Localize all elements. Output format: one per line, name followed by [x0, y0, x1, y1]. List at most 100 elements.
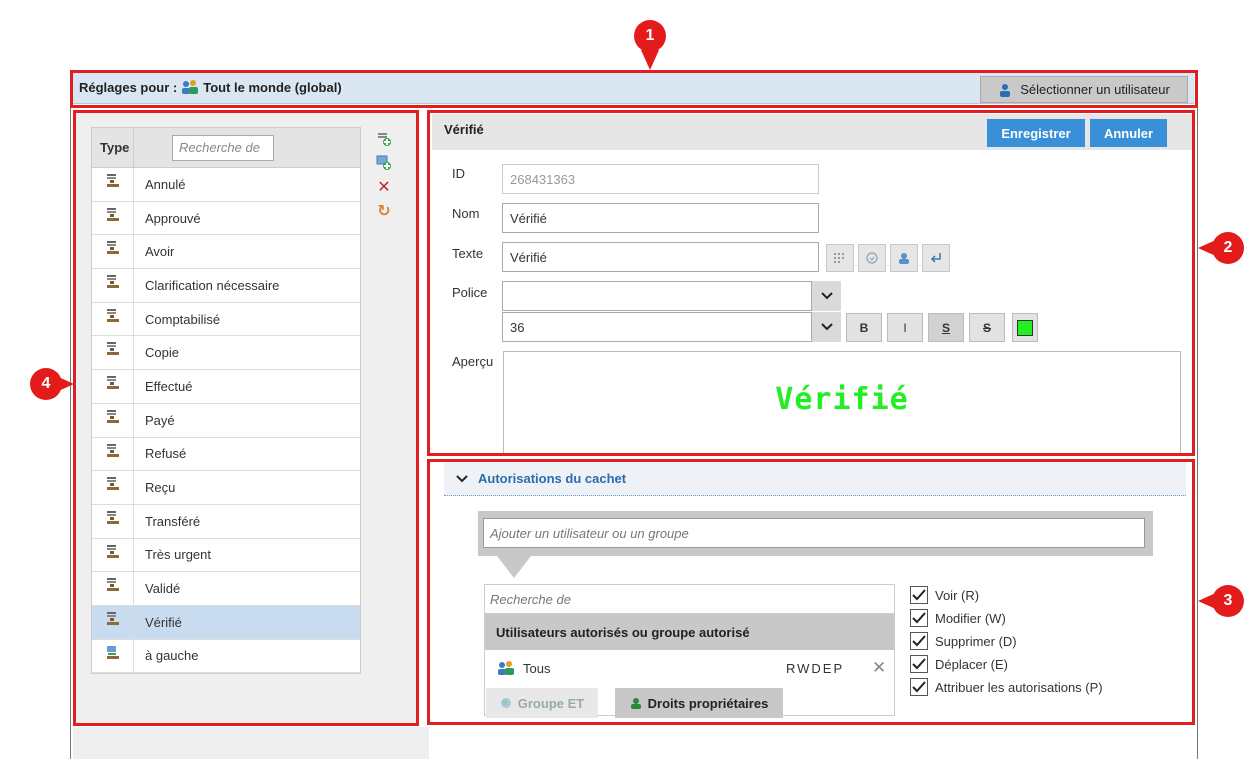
table-row[interactable]: Effectué — [92, 370, 360, 404]
form-title: Vérifié — [444, 122, 484, 137]
checkbox-label: Modifier (W) — [935, 610, 1006, 626]
select-user-button[interactable]: Sélectionner un utilisateur — [980, 76, 1188, 103]
checkbox[interactable] — [910, 678, 928, 696]
line-break-icon[interactable] — [922, 244, 950, 272]
checkbox[interactable] — [910, 609, 928, 627]
text-field[interactable]: Vérifié — [502, 242, 819, 272]
table-row[interactable]: Comptabilisé — [92, 302, 360, 337]
stamp-icon — [92, 370, 134, 403]
group-et-tab[interactable]: Groupe ET — [486, 688, 598, 718]
table-row[interactable]: Approuvé — [92, 201, 360, 236]
type-search-input[interactable]: Recherche de — [172, 134, 274, 161]
stamp-icon — [92, 235, 134, 269]
type-label: Validé — [145, 581, 181, 597]
user-icon — [1000, 83, 1011, 97]
bold-button[interactable]: B — [846, 313, 882, 342]
users-search-input[interactable]: Recherche de — [485, 585, 894, 614]
checkbox[interactable] — [910, 632, 928, 650]
list-tools: ✕ ↻ — [373, 128, 395, 224]
remove-icon[interactable]: ✕ — [872, 658, 886, 678]
table-row[interactable]: Clarification nécessaire — [92, 269, 360, 303]
user-variable-icon[interactable] — [890, 244, 918, 272]
group-icon — [498, 661, 514, 675]
table-row[interactable]: Reçu — [92, 471, 360, 505]
chevron-down-icon[interactable] — [811, 281, 841, 311]
owner-rights-tab[interactable]: Droits propriétaires — [615, 688, 783, 718]
add-stamp-icon[interactable] — [373, 128, 395, 150]
clock-icon[interactable] — [858, 244, 886, 272]
table-row[interactable]: Vérifié — [92, 605, 360, 640]
left-panel-footer — [73, 727, 429, 759]
checkbox[interactable] — [910, 586, 928, 604]
permission-checkbox-row[interactable]: Attribuer les autorisations (P) — [910, 676, 1103, 698]
list-item[interactable]: Tous RWDEP ✕ — [485, 650, 894, 686]
type-label: à gauche — [145, 648, 199, 664]
owner-rights-label: Droits propriétaires — [647, 695, 769, 711]
type-label: Très urgent — [145, 547, 211, 563]
preview-text: Vérifié — [775, 382, 909, 417]
type-label: Vérifié — [145, 614, 182, 630]
cancel-button[interactable]: Annuler — [1090, 119, 1167, 147]
col-type-header: Type — [92, 128, 134, 167]
italic-button[interactable]: I — [887, 313, 923, 342]
stamp-icon — [92, 605, 134, 639]
permission-checkbox-row[interactable]: Supprimer (D) — [910, 630, 1017, 652]
type-label: Reçu — [145, 480, 176, 496]
underline-button[interactable]: S — [928, 313, 964, 342]
table-row[interactable]: Refusé — [92, 437, 360, 472]
stamp-icon — [92, 201, 134, 235]
name-field[interactable]: Vérifié — [502, 203, 819, 233]
strikethrough-button[interactable]: S — [969, 313, 1005, 342]
preview-box: Vérifié — [503, 351, 1181, 455]
id-field: 268431363 — [502, 164, 819, 194]
checkbox[interactable] — [910, 655, 928, 673]
add-user-group-input[interactable]: Ajouter un utilisateur ou un groupe — [483, 518, 1145, 548]
type-label: Annulé — [145, 176, 186, 192]
table-row[interactable]: Payé — [92, 403, 360, 438]
settings-for: Réglages pour : Tout le monde (global) — [79, 79, 342, 95]
table-row[interactable]: Avoir — [92, 235, 360, 270]
image-stamp-icon — [92, 639, 134, 673]
type-label: Approuvé — [145, 210, 201, 226]
permissions-section-title: Autorisations du cachet — [478, 471, 627, 486]
group-et-label: Groupe ET — [517, 695, 585, 711]
stamp-icon — [92, 403, 134, 437]
table-row[interactable]: Copie — [92, 336, 360, 371]
type-label: Transféré — [145, 513, 201, 529]
reset-icon[interactable]: ↻ — [373, 200, 395, 222]
table-row[interactable]: Transféré — [92, 504, 360, 539]
permission-checkbox-row[interactable]: Voir (R) — [910, 584, 979, 606]
color-picker-button[interactable] — [1012, 313, 1038, 342]
chevron-down-icon[interactable] — [811, 312, 841, 342]
permission-checkbox-row[interactable]: Modifier (W) — [910, 607, 1006, 629]
settings-scope: Tout le monde (global) — [203, 79, 342, 95]
checkbox-label: Déplacer (E) — [935, 656, 1008, 672]
stamp-icon — [92, 538, 134, 572]
stamp-icon — [92, 572, 134, 605]
callout-pointer — [497, 556, 531, 578]
stamp-icon — [92, 302, 134, 336]
table-row[interactable]: Validé — [92, 572, 360, 606]
callout-badge-1: 1 — [634, 20, 666, 52]
add-image-stamp-icon[interactable] — [373, 152, 395, 174]
delete-icon[interactable]: ✕ — [373, 176, 395, 198]
type-label: Payé — [145, 412, 175, 428]
preview-label: Aperçu — [452, 354, 494, 369]
color-swatch — [1017, 319, 1033, 336]
font-label: Police — [452, 285, 488, 300]
callout-1-pointer — [641, 50, 659, 70]
table-row[interactable]: Très urgent — [92, 538, 360, 573]
table-row[interactable]: à gauche — [92, 639, 360, 674]
font-select[interactable] — [502, 281, 841, 311]
save-button[interactable]: Enregistrer — [987, 119, 1085, 147]
group-icon — [182, 80, 199, 94]
font-size-select[interactable]: 36 — [502, 312, 841, 342]
type-label: Effectué — [145, 378, 193, 394]
table-row[interactable]: Annulé — [92, 168, 360, 202]
select-user-label: Sélectionner un utilisateur — [1020, 82, 1170, 97]
type-label: Avoir — [145, 244, 175, 260]
form-title-bar: Vérifié Enregistrer Annuler — [432, 114, 1192, 150]
permission-checkbox-row[interactable]: Déplacer (E) — [910, 653, 1008, 675]
permissions-section-header[interactable]: Autorisations du cachet — [444, 462, 1186, 496]
keypad-icon[interactable] — [826, 244, 854, 272]
